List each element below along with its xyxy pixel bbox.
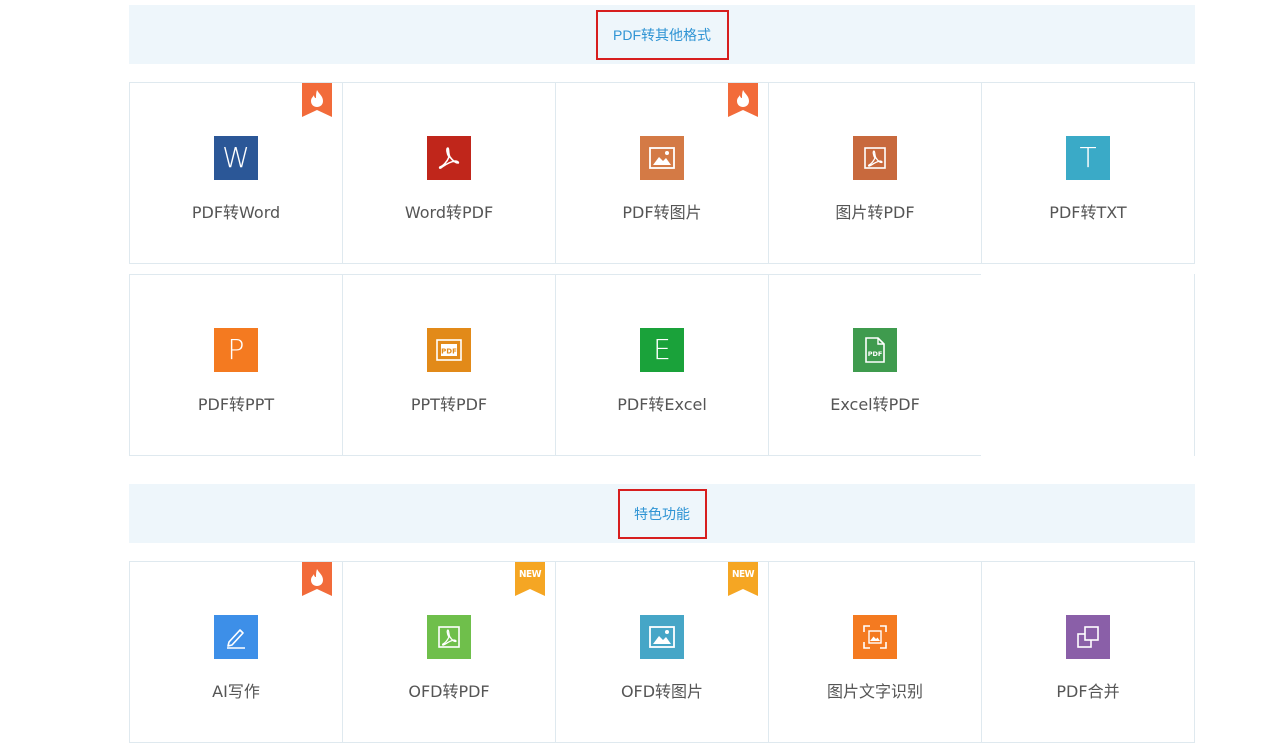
tool-label: 图片转PDF: [835, 203, 915, 222]
tool-label: Word转PDF: [404, 203, 494, 222]
tool-label: PDF转图片: [622, 203, 702, 222]
hot-badge-icon: [728, 83, 758, 117]
tool-ofd-to-pdf[interactable]: NEW OFD转PDF: [342, 561, 555, 743]
tool-pdf-to-excel[interactable]: E PDF转Excel: [555, 274, 768, 456]
tool-label: OFD转PDF: [408, 682, 490, 701]
tool-label: PPT转PDF: [410, 395, 488, 414]
new-badge-icon: NEW: [515, 562, 545, 596]
tool-label: PDF转Excel: [617, 395, 707, 414]
tool-pdf-to-ppt[interactable]: P PDF转PPT: [129, 274, 342, 456]
image-icon: [640, 136, 684, 180]
tool-excel-to-pdf[interactable]: PDF Excel转PDF: [768, 274, 981, 456]
tool-grid-row-1: W PDF转Word Word转PDF PDF转图片 图片转PDF T PDF转…: [129, 82, 1195, 264]
tool-pdf-merge[interactable]: PDF合并: [981, 561, 1195, 743]
empty-tile: [981, 274, 1195, 456]
tool-grid-row-2: P PDF转PPT PDF PPT转PDF E PDF转Excel PDF Ex…: [129, 274, 1195, 456]
section-header-features: 特色功能: [129, 484, 1195, 543]
word-icon: W: [214, 136, 258, 180]
tool-ai-writing[interactable]: AI写作: [129, 561, 342, 743]
section-title-pdf-convert[interactable]: PDF转其他格式: [595, 9, 729, 60]
text-icon: T: [1066, 136, 1110, 180]
tool-word-to-pdf[interactable]: Word转PDF: [342, 82, 555, 264]
tool-ppt-to-pdf[interactable]: PDF PPT转PDF: [342, 274, 555, 456]
ocr-icon: [853, 615, 897, 659]
tool-label: Excel转PDF: [830, 395, 920, 414]
tool-label: PDF转TXT: [1049, 203, 1127, 222]
hot-badge-icon: [302, 562, 332, 596]
tool-label: 图片文字识别: [826, 682, 923, 701]
pdf-doc-icon: [853, 136, 897, 180]
ofd-image-icon: [640, 615, 684, 659]
tool-ofd-to-image[interactable]: NEW OFD转图片: [555, 561, 768, 743]
excel-pdf-icon: PDF: [853, 328, 897, 372]
tool-label: AI写作: [212, 682, 260, 701]
tool-label: PDF转PPT: [197, 395, 275, 414]
tool-pdf-to-image[interactable]: PDF转图片: [555, 82, 768, 264]
hot-badge-icon: [302, 83, 332, 117]
svg-text:PDF: PDF: [868, 350, 883, 358]
tool-label: PDF转Word: [191, 203, 281, 222]
section-header-pdf-convert: PDF转其他格式: [129, 5, 1195, 64]
acrobat-icon: [427, 136, 471, 180]
powerpoint-icon: P: [214, 328, 258, 372]
tool-grid-row-3: AI写作 NEW OFD转PDF NEW OFD转图片 图片文字识别 PDF合并: [129, 561, 1195, 743]
tool-image-to-pdf[interactable]: 图片转PDF: [768, 82, 981, 264]
excel-icon: E: [640, 328, 684, 372]
new-badge-icon: NEW: [728, 562, 758, 596]
tool-label: PDF合并: [1056, 682, 1120, 701]
ppt-pdf-icon: PDF: [427, 328, 471, 372]
pen-icon: [214, 615, 258, 659]
tool-image-ocr[interactable]: 图片文字识别: [768, 561, 981, 743]
svg-text:PDF: PDF: [441, 348, 457, 356]
merge-icon: [1066, 615, 1110, 659]
tool-label: OFD转图片: [620, 682, 704, 701]
section-title-features[interactable]: 特色功能: [617, 488, 707, 539]
tool-pdf-to-txt[interactable]: T PDF转TXT: [981, 82, 1195, 264]
tool-pdf-to-word[interactable]: W PDF转Word: [129, 82, 342, 264]
ofd-pdf-icon: [427, 615, 471, 659]
